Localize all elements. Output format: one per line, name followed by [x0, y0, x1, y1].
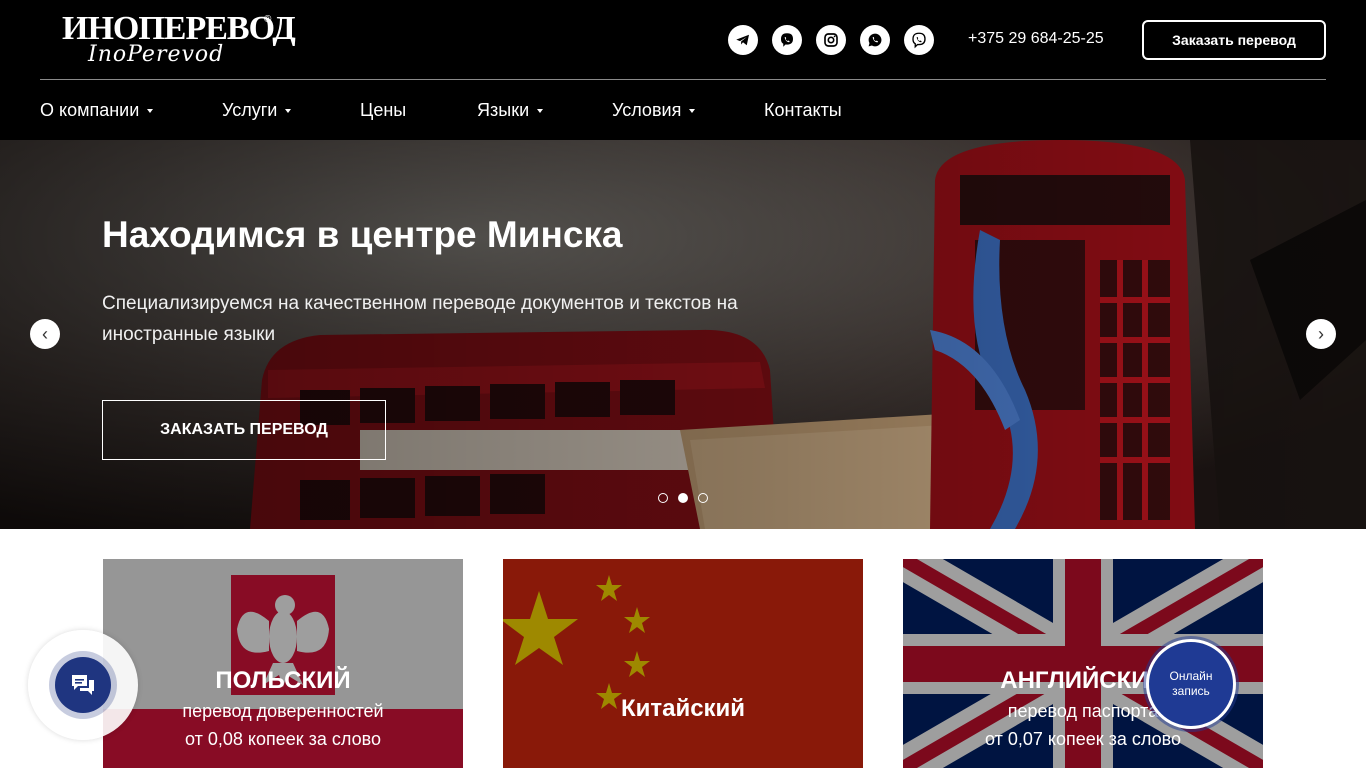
hero-subtitle: Специализируемся на качественном перевод… — [102, 293, 738, 345]
telegram-icon[interactable] — [728, 25, 758, 55]
card-price: от 0,07 копеек за слово — [985, 729, 1181, 749]
hero-slider: Находимся в центре Минска Специализируем… — [0, 140, 1366, 529]
logo-wordmark: ИНОПЕРЕВОД — [62, 10, 296, 47]
nav-item-label: О компании — [40, 100, 140, 120]
china-flag-image — [503, 559, 863, 768]
hero-title: Находимся в центре Минска — [102, 214, 623, 255]
chat-button[interactable] — [55, 657, 111, 713]
chevron-left-icon: ‹ — [42, 323, 48, 344]
online-booking-label: Онлайн — [1169, 669, 1213, 683]
slider-next-button[interactable]: › — [1306, 319, 1336, 349]
chevron-right-icon: › — [1318, 323, 1324, 344]
logo[interactable]: ИНОПЕРЕВОД ® InoPerevod — [62, 10, 296, 72]
site-header: ИНОПЕРЕВОД ® InoPerevod +375 29 684-25-2… — [0, 0, 1366, 140]
caret-down-icon — [147, 109, 154, 114]
slider-dot[interactable] — [698, 493, 708, 503]
viber-call-icon[interactable] — [904, 25, 934, 55]
nav-item-languages[interactable]: Языки — [477, 100, 544, 121]
nav-item-prices[interactable]: Цены — [360, 100, 406, 121]
social-links — [728, 25, 934, 55]
whatsapp-icon[interactable] — [860, 25, 890, 55]
slider-dot[interactable] — [658, 493, 668, 503]
instagram-icon[interactable] — [816, 25, 846, 55]
nav-item-contacts[interactable]: Контакты — [764, 100, 842, 121]
nav-item-label: Языки — [477, 100, 530, 120]
logo-script: InoPerevod — [88, 42, 225, 67]
chat-widget — [28, 630, 138, 740]
slider-prev-button[interactable]: ‹ — [30, 319, 60, 349]
card-service: перевод доверенностей — [182, 701, 384, 721]
nav-item-services[interactable]: Услуги — [222, 100, 292, 121]
caret-down-icon — [689, 109, 696, 114]
slider-pagination — [658, 493, 708, 503]
online-booking-label: запись — [1172, 684, 1210, 698]
slider-dot-active[interactable] — [678, 493, 688, 503]
hero-order-button[interactable]: ЗАКАЗАТЬ ПЕРЕВОД — [102, 400, 386, 460]
caret-down-icon — [537, 109, 544, 114]
nav-item-label: Услуги — [222, 100, 278, 120]
chat-bubbles-icon — [72, 675, 94, 695]
phone-number[interactable]: +375 29 684-25-25 — [968, 30, 1104, 48]
card-title: Китайский — [620, 695, 746, 722]
caret-down-icon — [285, 109, 292, 114]
card-title: ПОЛЬСКИЙ — [215, 667, 351, 694]
nav-item-label: Цены — [360, 100, 407, 120]
nav-item-conditions[interactable]: Условия — [612, 100, 696, 121]
online-booking-button[interactable]: Онлайн запись — [1146, 639, 1236, 729]
language-card-polish[interactable]: ПОЛЬСКИЙ перевод доверенностей от 0,08 к… — [103, 559, 463, 768]
main-nav: О компании Услуги Цены Языки Условия Кон… — [0, 80, 1366, 140]
viber-icon[interactable] — [772, 25, 802, 55]
nav-item-about[interactable]: О компании — [40, 100, 154, 121]
language-card-chinese[interactable]: Китайский — [503, 559, 863, 768]
card-price: от 0,08 копеек за слово — [185, 729, 381, 749]
order-translation-button[interactable]: Заказать перевод — [1142, 20, 1326, 60]
logo-registered-mark: ® — [264, 14, 272, 25]
nav-item-label: Условия — [612, 100, 682, 120]
nav-item-label: Контакты — [764, 100, 842, 120]
